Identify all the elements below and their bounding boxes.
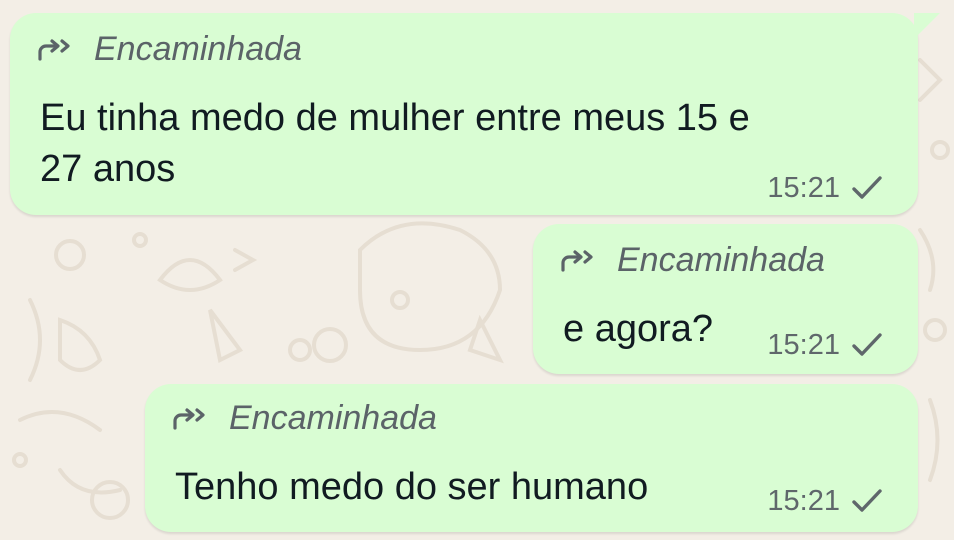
single-check-icon: [850, 174, 884, 202]
message-meta: 15:21: [767, 171, 884, 205]
forwarded-indicator: Encaminhada: [36, 29, 302, 69]
message-meta: 15:21: [767, 484, 884, 518]
forwarded-label: Encaminhada: [617, 241, 825, 279]
message-text-line: 27 anos: [40, 148, 176, 190]
forward-arrow-icon: [559, 246, 603, 274]
message-time: 15:21: [767, 172, 840, 204]
forward-arrow-icon: [36, 35, 80, 63]
message-time: 15:21: [767, 485, 840, 517]
forward-arrow-icon: [171, 404, 215, 432]
message-meta: 15:21: [767, 328, 884, 362]
message-bubble[interactable]: Encaminhada Eu tinha medo de mulher entr…: [10, 13, 940, 215]
message-text-line: Tenho medo do ser humano: [175, 466, 649, 508]
message-text-line: e agora?: [563, 308, 714, 350]
single-check-icon: [850, 487, 884, 515]
single-check-icon: [850, 331, 884, 359]
message-text-line: Eu tinha medo de mulher entre meus 15 e: [40, 97, 750, 139]
forwarded-indicator: Encaminhada: [171, 398, 437, 438]
message-bubble[interactable]: Encaminhada Tenho medo do ser humano 15:…: [145, 384, 918, 532]
forwarded-label: Encaminhada: [94, 30, 302, 68]
forwarded-label: Encaminhada: [229, 399, 437, 437]
message-bubble[interactable]: Encaminhada e agora? 15:21: [533, 224, 918, 374]
forwarded-indicator: Encaminhada: [559, 240, 825, 280]
message-time: 15:21: [767, 329, 840, 361]
